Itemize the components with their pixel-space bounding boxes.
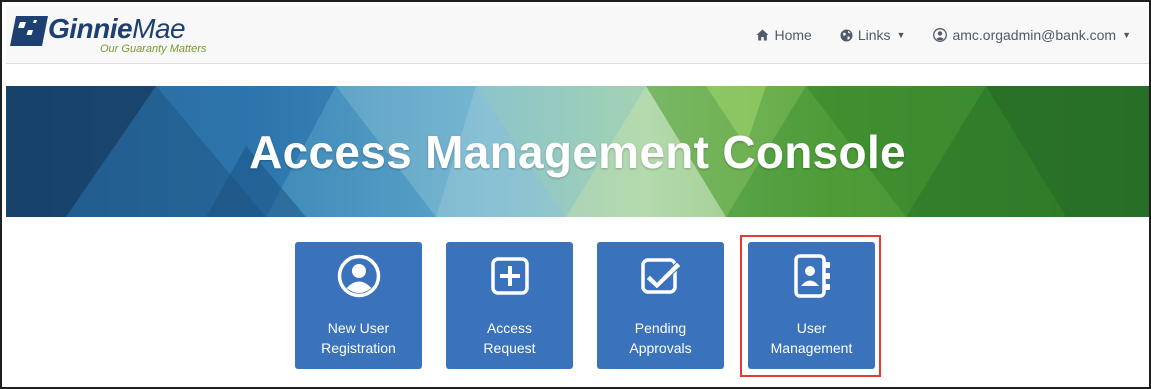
tile-label: Pending Approvals: [629, 320, 692, 356]
brand-tagline: Our Guaranty Matters: [100, 43, 207, 55]
plus-square-icon: [446, 254, 573, 300]
nav-home-label: Home: [774, 27, 812, 43]
page-title: Access Management Console: [249, 125, 906, 178]
highlight-box: [740, 235, 881, 377]
ginnie-mae-logo-mark-icon: [10, 16, 48, 46]
brand-name: GinnieMae: [48, 13, 186, 44]
nav-links-label: Links: [857, 27, 891, 43]
tile-new-user-registration[interactable]: New User Registration: [295, 242, 422, 369]
top-navbar: GinnieMae Our Guaranty Matters Home Link…: [6, 6, 1149, 64]
ginnie-mae-logo[interactable]: GinnieMae Our Guaranty Matters: [10, 12, 240, 60]
hero-banner: Access Management Console: [6, 86, 1149, 217]
user-circle-icon: [295, 254, 422, 300]
nav-user-label: amc.orgadmin@bank.com: [952, 27, 1117, 43]
nav-home-link[interactable]: Home: [742, 6, 825, 64]
nav-right: Home Links ▼ amc.orgadmin@bank.com ▼: [742, 6, 1145, 64]
tile-label: New User Registration: [321, 320, 396, 356]
nav-links-dropdown[interactable]: Links ▼: [826, 6, 920, 64]
tile-pending-approvals[interactable]: Pending Approvals: [597, 242, 724, 369]
nav-user-dropdown[interactable]: amc.orgadmin@bank.com ▼: [919, 6, 1145, 64]
globe-icon: [840, 29, 853, 42]
chevron-down-icon: ▼: [896, 30, 906, 40]
check-square-icon: [597, 254, 724, 300]
home-icon: [756, 29, 769, 41]
tile-access-request[interactable]: Access Request: [446, 242, 573, 369]
user-circle-icon: [933, 28, 948, 42]
app-frame: GinnieMae Our Guaranty Matters Home Link…: [0, 0, 1151, 389]
tile-label: Access Request: [483, 320, 536, 356]
chevron-down-icon: ▼: [1122, 30, 1131, 40]
